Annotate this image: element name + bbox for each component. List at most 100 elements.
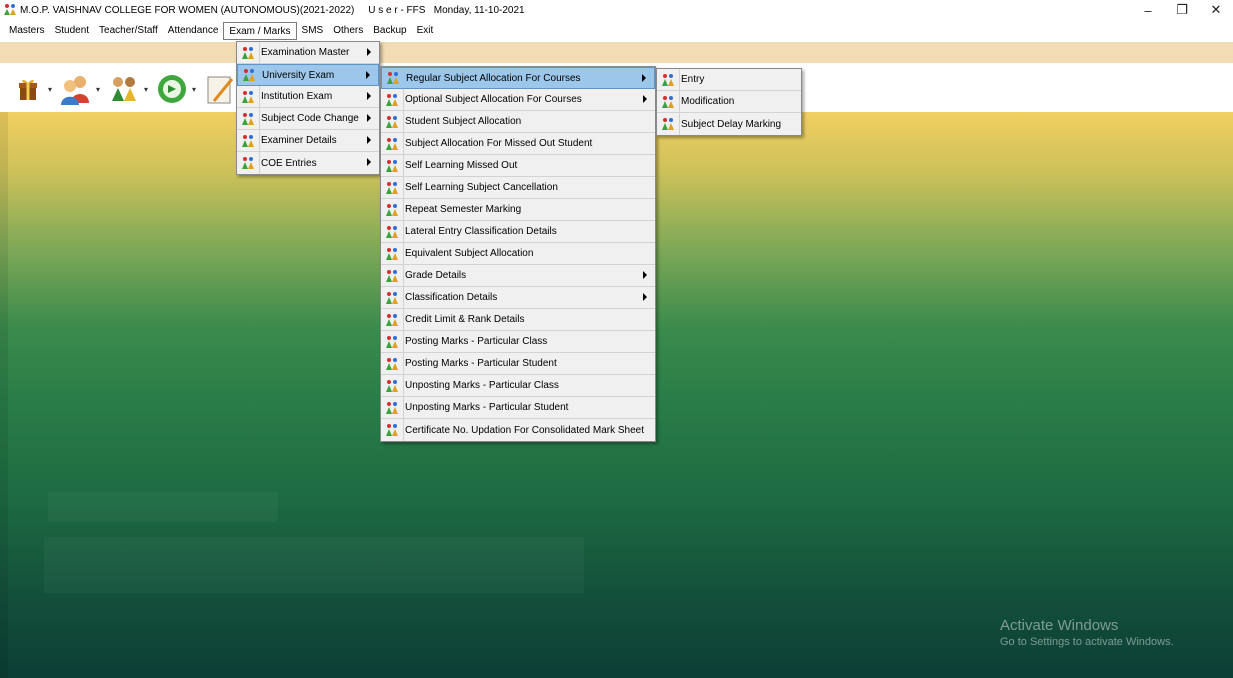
menu-item-label: Examination Master bbox=[261, 47, 350, 58]
menu-item-posting-marks-particular-student[interactable]: Posting Marks - Particular Student bbox=[381, 353, 655, 375]
menu-item-label: Repeat Semester Marking bbox=[405, 204, 522, 215]
submenu-arrow-icon bbox=[367, 114, 371, 122]
menu-exit[interactable]: Exit bbox=[412, 22, 439, 40]
chevron-down-icon[interactable]: ▾ bbox=[46, 85, 54, 94]
menu-item-certificate-no-updation-for-consolidated-mark-sheet[interactable]: Certificate No. Updation For Consolidate… bbox=[381, 419, 655, 441]
menu-item-label: Equivalent Subject Allocation bbox=[405, 248, 534, 259]
minimize-button[interactable]: – bbox=[1131, 0, 1165, 20]
green-circle-icon bbox=[158, 75, 186, 103]
menu-masters[interactable]: Masters bbox=[4, 22, 50, 40]
restore-button[interactable]: ❐ bbox=[1165, 0, 1199, 20]
menu-item-subject-code-change[interactable]: Subject Code Change bbox=[237, 108, 379, 130]
menu-item-label: Student Subject Allocation bbox=[405, 116, 522, 127]
gift-icon bbox=[19, 79, 37, 100]
menu-item-grade-details[interactable]: Grade Details bbox=[381, 265, 655, 287]
submenu-arrow-icon bbox=[367, 48, 371, 56]
menu-backup[interactable]: Backup bbox=[368, 22, 411, 40]
people-icon bbox=[241, 112, 255, 126]
menu-item-label: Institution Exam bbox=[261, 91, 333, 102]
menu-item-repeat-semester-marking[interactable]: Repeat Semester Marking bbox=[381, 199, 655, 221]
menu-item-label: Certificate No. Updation For Consolidate… bbox=[405, 424, 645, 436]
toolbar-gift-button[interactable]: ▾ bbox=[10, 67, 54, 111]
menu-item-label: Regular Subject Allocation For Courses bbox=[406, 72, 581, 84]
left-stripe bbox=[0, 112, 8, 678]
activate-windows-watermark: Activate Windows Go to Settings to activ… bbox=[1000, 617, 1174, 648]
people-icon bbox=[385, 93, 399, 107]
people-icon bbox=[661, 73, 675, 87]
menu-exam-marks[interactable]: Exam / Marks bbox=[223, 22, 297, 40]
menu-item-credit-limit-and-rank-details[interactable]: Credit Limit & Rank Details bbox=[381, 309, 655, 331]
menu-item-label: Unposting Marks - Particular Student bbox=[405, 402, 569, 413]
menu-student[interactable]: Student bbox=[50, 22, 94, 40]
people-icon bbox=[385, 335, 399, 349]
menu-item-label: COE Entries bbox=[261, 157, 317, 169]
people-icon bbox=[385, 115, 399, 129]
menu-item-self-learning-missed-out[interactable]: Self Learning Missed Out bbox=[381, 155, 655, 177]
menu-item-label: Posting Marks - Particular Class bbox=[405, 336, 548, 347]
people-icon bbox=[385, 423, 399, 437]
university-exam-menu: Regular Subject Allocation For Courses Op… bbox=[380, 66, 656, 442]
menu-item-university-exam[interactable]: University Exam bbox=[237, 64, 379, 86]
chevron-down-icon[interactable]: ▾ bbox=[190, 85, 198, 94]
toolbar-circle-button[interactable]: ▾ bbox=[154, 67, 198, 111]
menu-item-examiner-details[interactable]: Examiner Details bbox=[237, 130, 379, 152]
submenu-arrow-icon bbox=[367, 92, 371, 100]
menu-item-institution-exam[interactable]: Institution Exam bbox=[237, 86, 379, 108]
menu-item-label: Subject Allocation For Missed Out Studen… bbox=[405, 138, 593, 149]
menu-item-posting-marks-particular-class[interactable]: Posting Marks - Particular Class bbox=[381, 331, 655, 353]
menu-item-coe-entries[interactable]: COE Entries bbox=[237, 152, 379, 174]
notepad-icon bbox=[207, 76, 234, 104]
users-icon bbox=[61, 76, 89, 105]
menu-item-classification-details[interactable]: Classification Details bbox=[381, 287, 655, 309]
menu-item-label: University Exam bbox=[262, 69, 335, 81]
menu-attendance[interactable]: Attendance bbox=[163, 22, 224, 40]
menu-item-label: Examiner Details bbox=[261, 135, 337, 146]
title-bar: M.O.P. VAISHNAV COLLEGE FOR WOMEN (AUTON… bbox=[0, 0, 1233, 20]
menu-item-label: Lateral Entry Classification Details bbox=[405, 226, 557, 237]
toolbar-notepad-button[interactable] bbox=[202, 67, 238, 111]
people-icon bbox=[385, 357, 399, 371]
menu-item-examination-master[interactable]: Examination Master bbox=[237, 42, 379, 64]
people-icon bbox=[385, 203, 399, 217]
toolbar-group-button[interactable]: ▾ bbox=[106, 67, 150, 111]
regular-subject-allocation-menu: Entry Modification Subject Delay Marking bbox=[656, 68, 802, 136]
toolbar-users-button[interactable]: ▾ bbox=[58, 67, 102, 111]
menu-item-equivalent-subject-allocation[interactable]: Equivalent Subject Allocation bbox=[381, 243, 655, 265]
people-icon bbox=[385, 379, 399, 393]
menu-item-lateral-entry-classification-details[interactable]: Lateral Entry Classification Details bbox=[381, 221, 655, 243]
menu-item-label: Credit Limit & Rank Details bbox=[405, 314, 525, 325]
menu-item-unposting-marks-particular-class[interactable]: Unposting Marks - Particular Class bbox=[381, 375, 655, 397]
submenu-arrow-icon bbox=[643, 293, 647, 301]
tan-band bbox=[0, 42, 1233, 63]
people-icon bbox=[385, 159, 399, 173]
menu-item-modification[interactable]: Modification bbox=[657, 91, 801, 113]
menu-item-regular-subject-allocation-for-courses[interactable]: Regular Subject Allocation For Courses bbox=[381, 67, 655, 89]
menu-item-unposting-marks-particular-student[interactable]: Unposting Marks - Particular Student bbox=[381, 397, 655, 419]
menu-item-subject-delay-marking[interactable]: Subject Delay Marking bbox=[657, 113, 801, 135]
menu-item-student-subject-allocation[interactable]: Student Subject Allocation bbox=[381, 111, 655, 133]
menu-item-entry[interactable]: Entry bbox=[657, 69, 801, 91]
menu-item-optional-subject-allocation-for-courses[interactable]: Optional Subject Allocation For Courses bbox=[381, 89, 655, 111]
menu-sms[interactable]: SMS bbox=[297, 22, 329, 40]
menu-item-label: Classification Details bbox=[405, 292, 498, 303]
chevron-down-icon[interactable]: ▾ bbox=[142, 85, 150, 94]
group-icon bbox=[112, 77, 136, 101]
menu-item-self-learning-subject-cancellation[interactable]: Self Learning Subject Cancellation bbox=[381, 177, 655, 199]
submenu-arrow-icon bbox=[643, 271, 647, 279]
menu-item-label: Self Learning Missed Out bbox=[405, 160, 518, 171]
watermark-subtitle: Go to Settings to activate Windows. bbox=[1000, 636, 1174, 648]
menu-others[interactable]: Others bbox=[328, 22, 368, 40]
menu-item-label: Modification bbox=[681, 96, 735, 107]
app-people-icon bbox=[4, 4, 16, 15]
menu-item-label: Optional Subject Allocation For Courses bbox=[405, 94, 582, 105]
menu-item-subject-allocation-for-missed-out-student[interactable]: Subject Allocation For Missed Out Studen… bbox=[381, 133, 655, 155]
people-icon bbox=[241, 46, 255, 60]
menu-teacher-staff[interactable]: Teacher/Staff bbox=[94, 22, 163, 40]
menu-item-label: Posting Marks - Particular Student bbox=[405, 358, 557, 369]
people-icon bbox=[385, 181, 399, 195]
people-icon bbox=[385, 225, 399, 239]
close-button[interactable]: ✕ bbox=[1199, 0, 1233, 20]
menu-item-label: Unposting Marks - Particular Class bbox=[405, 380, 559, 391]
chevron-down-icon[interactable]: ▾ bbox=[94, 85, 102, 94]
people-icon bbox=[385, 313, 399, 327]
